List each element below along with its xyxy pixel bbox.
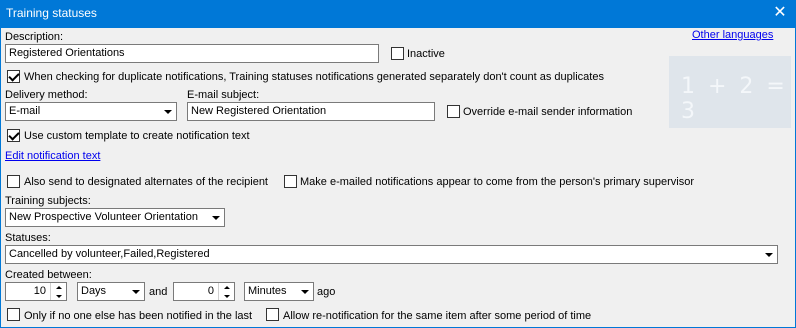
inactive-label: Inactive <box>407 48 445 60</box>
edit-notification-text-link[interactable]: Edit notification text <box>5 150 100 163</box>
training-subjects-label: Training subjects: <box>5 195 91 207</box>
window-title: Training statuses <box>6 6 97 20</box>
other-languages-link[interactable]: Other languages <box>692 29 773 42</box>
from-number-value: 10 <box>33 285 46 297</box>
from-unit-value: Days <box>81 285 107 297</box>
only-if-label: Only if no one else has been notified in… <box>24 310 253 322</box>
statuses-select[interactable]: Cancelled by volunteer,Failed,Registered <box>5 245 778 264</box>
supervisor-label: Make e-mailed notifications appear to co… <box>300 176 694 188</box>
override-sender-label: Override e-mail sender information <box>463 106 633 118</box>
description-input[interactable]: Registered Orientations <box>5 44 379 63</box>
chevron-down-icon[interactable] <box>219 292 234 300</box>
to-stepper-buttons[interactable] <box>218 283 234 300</box>
delivery-method-label: Delivery method: <box>5 89 88 101</box>
duplicate-label: When checking for duplicate notification… <box>24 71 604 83</box>
custom-template-label: Use custom template to create notificati… <box>24 130 250 142</box>
to-number-stepper[interactable]: 0 <box>173 282 235 301</box>
chevron-down-icon[interactable] <box>128 283 144 300</box>
from-unit-select[interactable]: Days <box>77 282 145 301</box>
title-bar: Training statuses ✕ <box>0 0 796 28</box>
description-label: Description: <box>5 31 64 43</box>
statuses-value: Cancelled by volunteer,Failed,Registered <box>9 248 210 260</box>
form-body: Description: Registered Orientations Ina… <box>1 28 795 327</box>
from-number-stepper[interactable]: 10 <box>5 282 67 301</box>
delivery-method-value: E-mail <box>9 105 41 117</box>
training-subjects-value: New Prospective Volunteer Orientation <box>9 211 198 223</box>
custom-template-checkbox[interactable] <box>7 129 20 142</box>
logo-image: 1 + 2 = 3 <box>669 56 791 128</box>
chevron-down-icon[interactable] <box>208 209 224 226</box>
chevron-down-icon[interactable] <box>297 283 313 300</box>
to-number-value: 0 <box>207 285 214 297</box>
to-unit-value: Minutes <box>248 285 287 297</box>
and-label: and <box>149 286 168 298</box>
override-sender-checkbox[interactable] <box>447 105 460 118</box>
supervisor-checkbox[interactable] <box>284 175 297 188</box>
logo-text: 1 + 2 = 3 <box>681 74 788 124</box>
chevron-up-icon[interactable] <box>219 283 234 291</box>
ago-label: ago <box>317 286 336 298</box>
alternates-label: Also send to designated alternates of th… <box>24 176 268 188</box>
chevron-up-icon[interactable] <box>51 283 66 291</box>
delivery-method-select[interactable]: E-mail <box>5 102 177 121</box>
chevron-down-icon[interactable] <box>761 246 777 263</box>
statuses-label: Statuses: <box>5 232 51 244</box>
email-subject-input[interactable]: New Registered Orientation <box>187 102 435 121</box>
inactive-checkbox[interactable] <box>391 47 404 60</box>
from-stepper-buttons[interactable] <box>50 283 66 300</box>
close-icon[interactable]: ✕ <box>770 3 790 23</box>
to-unit-select[interactable]: Minutes <box>244 282 314 301</box>
duplicate-checkbox[interactable] <box>7 70 20 83</box>
training-subjects-select[interactable]: New Prospective Volunteer Orientation <box>5 208 225 227</box>
alternates-checkbox[interactable] <box>7 175 20 188</box>
email-subject-label: E-mail subject: <box>187 89 260 101</box>
training-statuses-window: Training statuses ✕ Description: Registe… <box>0 0 796 328</box>
chevron-down-icon[interactable] <box>160 103 176 120</box>
only-if-checkbox[interactable] <box>7 308 20 321</box>
allow-renotify-checkbox[interactable] <box>266 308 279 321</box>
chevron-down-icon[interactable] <box>51 292 66 300</box>
created-between-label: Created between: <box>5 269 92 281</box>
allow-renotify-label: Allow re-notification for the same item … <box>283 310 592 322</box>
